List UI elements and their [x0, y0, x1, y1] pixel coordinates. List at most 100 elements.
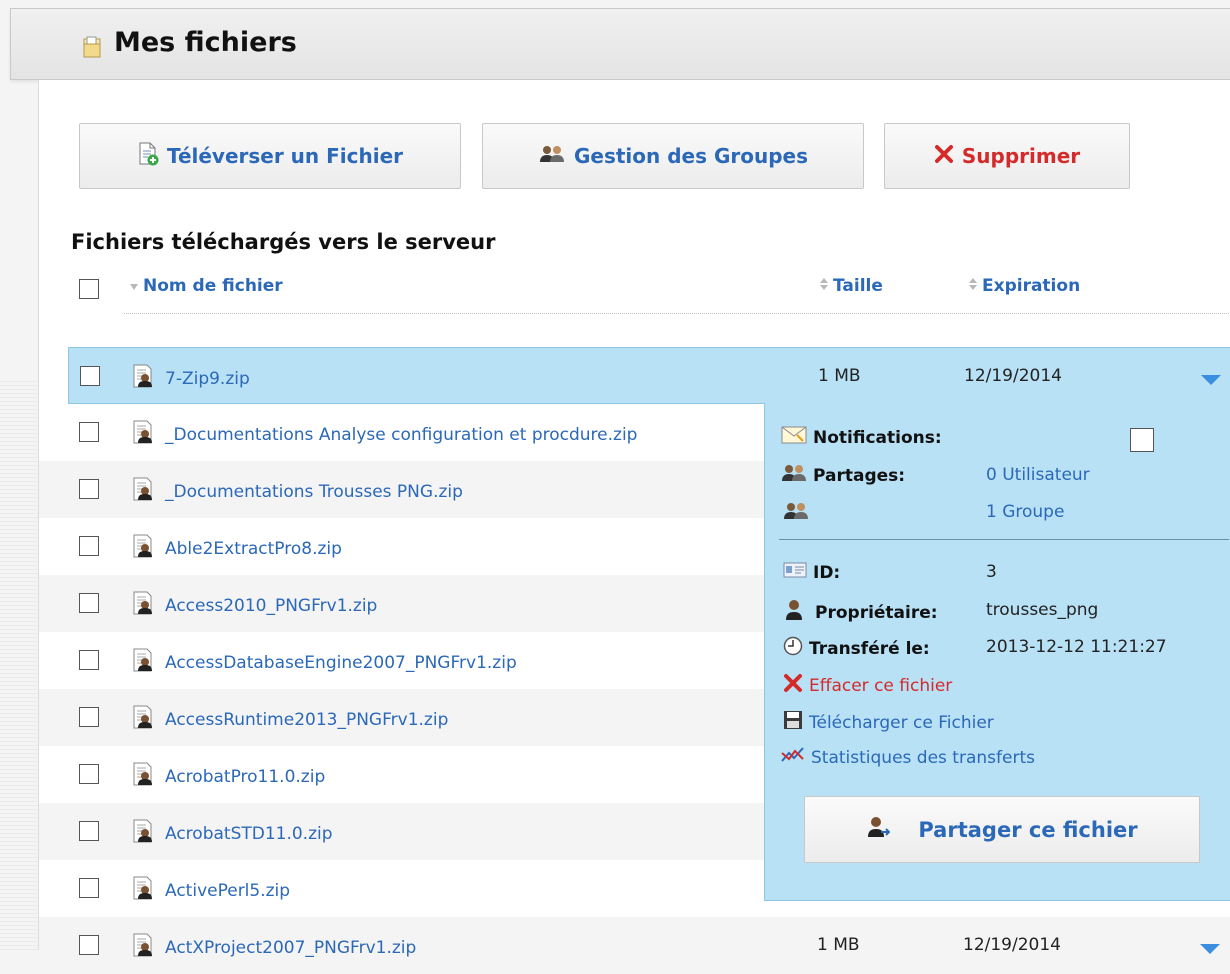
red-x-icon	[783, 673, 803, 698]
edge-texture	[0, 380, 38, 950]
row-checkbox[interactable]	[79, 422, 99, 442]
user-file-icon	[131, 705, 161, 734]
transfer-stats-link[interactable]: Statistiques des transferts	[781, 747, 1035, 768]
sort-icon	[968, 276, 978, 296]
group-icon	[538, 144, 566, 169]
manage-groups-button[interactable]: Gestion des Groupes	[482, 123, 864, 189]
user-icon	[785, 599, 803, 626]
file-name-link[interactable]: AcrobatSTD11.0.zip	[131, 819, 333, 848]
envelope-icon	[781, 425, 807, 450]
column-header-expiration-label: Expiration	[982, 276, 1081, 296]
files-section-title: Fichiers téléchargés vers le serveur	[71, 230, 496, 254]
file-name: Access2010_PNGFrv1.zip	[165, 595, 378, 616]
expand-arrow-icon[interactable]	[1200, 371, 1222, 390]
manage-groups-label: Gestion des Groupes	[573, 144, 809, 168]
file-name: ActXProject2007_PNGFrv1.zip	[165, 937, 417, 958]
file-name-link[interactable]: ActivePerl5.zip	[131, 876, 290, 905]
file-expiration: 12/19/2014	[964, 366, 1062, 386]
sort-icon	[819, 276, 829, 296]
notifications-label: Notifications:	[781, 425, 942, 450]
id-label: ID:	[783, 562, 840, 583]
file-name: AcrobatSTD11.0.zip	[165, 823, 333, 844]
floppy-disk-icon	[783, 710, 803, 735]
id-card-icon	[783, 562, 807, 583]
column-header-expiration[interactable]: Expiration	[968, 276, 1080, 296]
file-name-link[interactable]: _Documentations Trousses PNG.zip	[131, 477, 463, 506]
user-file-icon	[131, 534, 161, 563]
select-all-checkbox[interactable]	[79, 279, 99, 299]
file-name-link[interactable]: ActXProject2007_PNGFrv1.zip	[131, 933, 416, 962]
transferred-value: 2013-12-12 11:21:27	[986, 637, 1167, 657]
upload-file-button[interactable]: Téléverser un Fichier	[79, 123, 461, 189]
file-name: 7-Zip9.zip	[165, 368, 250, 389]
sort-desc-icon	[129, 276, 139, 296]
chart-line-icon	[781, 747, 805, 768]
page-header: Mes fichiers	[10, 8, 1230, 80]
transferred-label: Transféré le:	[783, 636, 930, 661]
row-checkbox[interactable]	[80, 366, 100, 386]
row-checkbox[interactable]	[79, 593, 99, 613]
user-file-icon	[131, 876, 161, 905]
id-value: 3	[986, 562, 997, 582]
delete-label: Supprimer	[961, 144, 1081, 168]
file-name: _Documentations Analyse configuration et…	[165, 424, 638, 445]
user-file-icon	[131, 364, 161, 393]
owner-value: trousses_png	[986, 600, 1099, 620]
folder-icon	[83, 36, 103, 62]
file-size: 1 MB	[817, 935, 860, 955]
row-checkbox[interactable]	[79, 935, 99, 955]
file-name-link[interactable]: Able2ExtractPro8.zip	[131, 534, 342, 563]
group-icon	[781, 463, 807, 488]
panel-divider	[779, 539, 1229, 540]
row-checkbox[interactable]	[79, 707, 99, 727]
red-x-icon	[934, 144, 954, 169]
file-name-link[interactable]: Access2010_PNGFrv1.zip	[131, 591, 377, 620]
header-divider	[124, 313, 1230, 314]
file-expiration: 12/19/2014	[963, 935, 1061, 955]
row-checkbox[interactable]	[79, 821, 99, 841]
share-file-button[interactable]: Partager ce fichier	[804, 796, 1200, 863]
delete-button[interactable]: Supprimer	[884, 123, 1130, 189]
file-name: AccessRuntime2013_PNGFrv1.zip	[165, 709, 449, 730]
column-header-name[interactable]: Nom de fichier	[129, 276, 283, 296]
file-name-link[interactable]: AccessDatabaseEngine2007_PNGFrv1.zip	[131, 648, 517, 677]
user-file-icon	[131, 762, 161, 791]
upload-file-label: Téléverser un Fichier	[166, 144, 404, 168]
file-name: Able2ExtractPro8.zip	[165, 538, 342, 559]
column-header-size[interactable]: Taille	[819, 276, 883, 296]
download-file-link[interactable]: Télécharger ce Fichier	[783, 710, 994, 735]
column-header-name-label: Nom de fichier	[143, 276, 283, 296]
row-checkbox[interactable]	[79, 878, 99, 898]
table-row[interactable]: ActXProject2007_PNGFrv1.zip 1 MB 12/19/2…	[39, 917, 1230, 974]
user-file-icon	[131, 819, 161, 848]
row-checkbox[interactable]	[79, 479, 99, 499]
user-file-icon	[131, 933, 161, 962]
owner-label: Propriétaire:	[785, 599, 938, 626]
group-icon	[783, 501, 809, 525]
file-name-link[interactable]: 7-Zip9.zip	[131, 364, 250, 393]
file-name: _Documentations Trousses PNG.zip	[165, 481, 463, 502]
user-file-icon	[131, 420, 161, 449]
notifications-checkbox[interactable]	[1130, 428, 1154, 452]
clock-icon	[783, 636, 803, 661]
file-name: ActivePerl5.zip	[165, 880, 291, 901]
file-name-link[interactable]: AcrobatPro11.0.zip	[131, 762, 325, 791]
row-checkbox[interactable]	[79, 536, 99, 556]
page-title: Mes fichiers	[114, 27, 297, 58]
groups-share-link[interactable]: 1 Groupe	[986, 502, 1064, 522]
users-share-link[interactable]: 0 Utilisateur	[986, 465, 1090, 485]
file-details-panel: Notifications: Partages: 0 Utilisateur 1…	[764, 403, 1230, 901]
user-file-icon	[131, 591, 161, 620]
file-name-link[interactable]: AccessRuntime2013_PNGFrv1.zip	[131, 705, 448, 734]
file-name: AcrobatPro11.0.zip	[165, 766, 326, 787]
user-file-icon	[131, 648, 161, 677]
row-checkbox[interactable]	[79, 650, 99, 670]
file-name-link[interactable]: _Documentations Analyse configuration et…	[131, 420, 637, 449]
column-header-size-label: Taille	[833, 276, 883, 296]
user-share-icon	[866, 815, 891, 844]
delete-file-link[interactable]: Effacer ce fichier	[783, 673, 952, 698]
shares-label: Partages:	[781, 463, 905, 488]
user-file-icon	[131, 477, 161, 506]
table-row-selected[interactable]: 7-Zip9.zip 1 MB 12/19/2014	[68, 347, 1230, 404]
row-checkbox[interactable]	[79, 764, 99, 784]
